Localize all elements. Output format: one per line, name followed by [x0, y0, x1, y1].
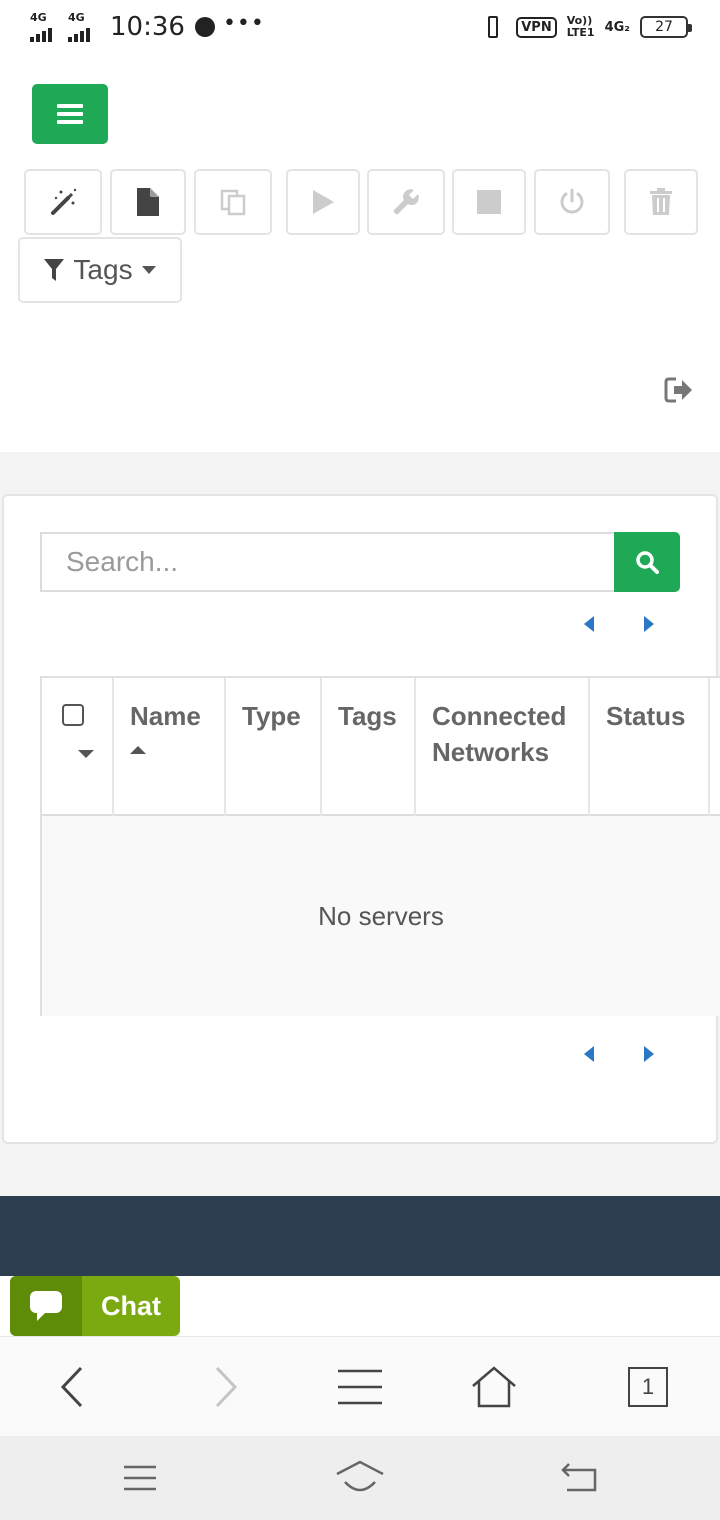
home-icon [472, 1366, 516, 1408]
column-header-label: Name [130, 701, 201, 731]
browser-back-button[interactable] [52, 1365, 92, 1409]
pager-prev-bottom-button[interactable] [584, 1046, 594, 1062]
chat-button[interactable]: Chat [10, 1276, 180, 1336]
sort-ascending-icon [130, 746, 146, 754]
status-right: VPN Vo)) LTE1 4G₂ 27 [480, 14, 692, 40]
menu-lines-icon [338, 1369, 382, 1405]
hamburger-icon [57, 104, 83, 124]
magic-wand-icon [51, 188, 77, 215]
system-navigation-bar [0, 1436, 720, 1520]
power-icon [560, 188, 584, 214]
network-type-label: 4G₂ [604, 19, 630, 35]
system-back-button[interactable] [558, 1460, 600, 1496]
signal-sim2-icon: 4G [68, 12, 100, 42]
create-wizard-button[interactable] [24, 169, 102, 235]
system-back-icon [561, 1463, 597, 1492]
file-icon [137, 188, 159, 216]
browser-forward-button[interactable] [206, 1365, 246, 1409]
servers-table: Name Type Tags Connected Networks Status… [40, 676, 720, 1016]
pager-next-bottom-button[interactable] [644, 1046, 654, 1062]
column-header-tags[interactable]: Tags [322, 678, 416, 816]
battery-level: 27 [655, 19, 673, 35]
clone-button[interactable] [194, 169, 272, 235]
vibrate-icon [480, 14, 506, 40]
tab-count-icon: 1 [628, 1367, 668, 1407]
filter-icon [44, 259, 65, 281]
pager-next-top-button[interactable] [644, 616, 654, 632]
play-icon [313, 190, 334, 214]
configure-button[interactable] [367, 169, 445, 235]
column-header-type[interactable]: Type [226, 678, 322, 816]
battery-icon: 27 [640, 16, 692, 38]
search-icon [636, 551, 659, 574]
select-all-column[interactable] [42, 678, 114, 816]
stop-button[interactable] [452, 169, 526, 235]
status-time: 10:36 [110, 12, 185, 42]
trash-icon [650, 188, 672, 215]
column-header-label: Connected Networks [432, 701, 567, 767]
column-header-label: Status [606, 701, 686, 731]
chat-bubble-icon [30, 1291, 62, 1321]
chevron-left-icon [60, 1366, 83, 1408]
sim1-network-label: 4G [30, 11, 47, 24]
column-header-connected-networks[interactable]: Connected Networks [416, 678, 590, 816]
select-dropdown-caret-icon[interactable] [78, 750, 94, 758]
tags-filter-dropdown[interactable]: Tags [18, 237, 182, 303]
volte-bottom: LTE1 [566, 26, 595, 39]
table-empty-message: No servers [42, 816, 720, 1016]
power-button[interactable] [534, 169, 610, 235]
search-input[interactable] [40, 532, 614, 592]
wrench-icon [393, 189, 419, 215]
sign-out-icon[interactable] [664, 376, 694, 404]
system-home-icon [336, 1460, 384, 1492]
empty-message-text: No servers [318, 900, 444, 931]
browser-toolbar: 1 [0, 1336, 720, 1436]
notification-icon [194, 17, 215, 37]
vpn-badge: VPN [516, 16, 557, 38]
chat-label: Chat [101, 1290, 161, 1321]
page-footer [0, 1196, 720, 1276]
stop-icon [477, 190, 501, 214]
system-menu-button[interactable] [122, 1462, 158, 1494]
column-header-status[interactable]: Status [590, 678, 710, 816]
column-header-label: Tags [338, 701, 397, 731]
pager-prev-top-button[interactable] [584, 616, 594, 632]
system-home-button[interactable] [334, 1458, 386, 1498]
status-left: 4G 4G 10:36 ••• [30, 10, 265, 42]
signal-sim1-icon: 4G [30, 12, 62, 42]
column-header-name[interactable]: Name [114, 678, 226, 816]
browser-tabs-button[interactable]: 1 [626, 1365, 670, 1409]
search-button[interactable] [614, 532, 680, 592]
more-notifications-icon: ••• [222, 10, 265, 36]
browser-menu-button[interactable] [336, 1367, 384, 1407]
start-button[interactable] [286, 169, 360, 235]
chat-icon-container [10, 1276, 82, 1336]
menu-toggle-button[interactable] [32, 84, 108, 144]
chevron-right-icon [215, 1366, 238, 1408]
select-all-checkbox[interactable] [62, 704, 84, 726]
tab-count: 1 [641, 1374, 655, 1399]
table-header: Name Type Tags Connected Networks Status [42, 678, 720, 816]
new-file-button[interactable] [110, 169, 186, 235]
copy-icon [220, 189, 246, 216]
caret-down-icon [141, 266, 156, 274]
system-menu-icon [124, 1465, 156, 1491]
sim2-network-label: 4G [68, 11, 85, 24]
tags-label: Tags [73, 254, 133, 285]
volte-indicator: Vo)) LTE1 [567, 15, 595, 39]
browser-home-button[interactable] [470, 1365, 518, 1409]
status-bar: 4G 4G 10:36 ••• VPN Vo)) LTE1 4G₂ 27 [0, 0, 720, 56]
column-header-label: Type [242, 701, 301, 731]
delete-button[interactable] [624, 169, 698, 235]
